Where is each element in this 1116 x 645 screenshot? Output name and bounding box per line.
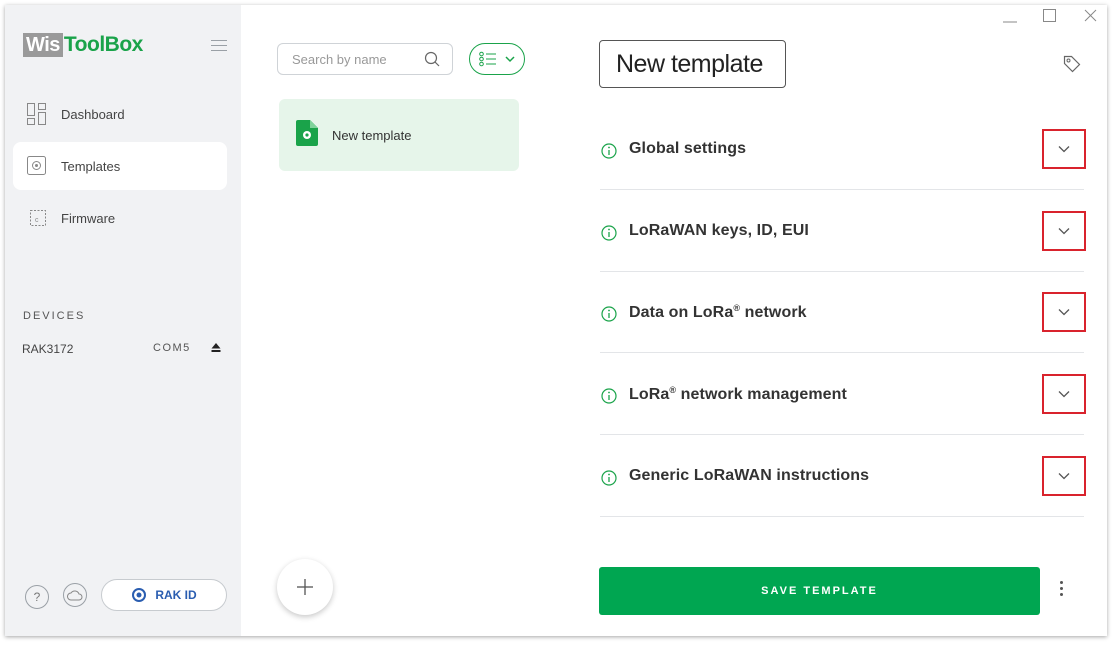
info-icon[interactable] [601, 470, 617, 491]
section-global-settings: Global settings [600, 108, 1086, 190]
template-item-label: New template [332, 127, 412, 143]
rak-id-icon [132, 588, 147, 602]
templates-icon [27, 156, 47, 176]
plus-icon [297, 579, 313, 595]
template-name-box [599, 40, 786, 88]
section-title-pre: LoRa [629, 386, 670, 403]
section-title: Data on LoRa® network [629, 303, 807, 322]
info-icon[interactable] [601, 306, 617, 327]
svg-text:c: c [35, 217, 39, 224]
more-options-icon[interactable] [1059, 581, 1065, 599]
rak-id-label: RAK ID [155, 588, 197, 602]
section-title: Global settings [629, 140, 747, 157]
save-template-button[interactable]: SAVE TEMPLATE [599, 567, 1040, 615]
app-window: Wis ToolBox Dashboard Templates c Firmwa… [5, 5, 1107, 636]
section-lora-network-management: LoRa® network management [600, 353, 1086, 435]
expand-section-button[interactable] [1042, 129, 1086, 169]
chevron-down-icon [1058, 391, 1070, 398]
cloud-button[interactable] [63, 583, 87, 607]
cloud-icon [67, 590, 83, 601]
section-title-pre: Data on LoRa [629, 304, 734, 321]
logo-toolbox: ToolBox [63, 33, 143, 56]
section-data-on-lora-network: Data on LoRa® network [600, 271, 1086, 353]
tag-icon[interactable] [1063, 55, 1081, 78]
eject-icon[interactable] [211, 342, 221, 356]
search-input[interactable] [290, 51, 424, 68]
section-title-post: network management [676, 386, 847, 403]
chevron-down-icon [1058, 473, 1070, 480]
expand-section-button[interactable] [1042, 374, 1086, 414]
expand-section-button[interactable] [1042, 456, 1086, 496]
sidebar-item-label: Dashboard [61, 106, 125, 122]
close-icon [1084, 9, 1097, 22]
dashboard-icon [27, 103, 47, 125]
sidebar-item-dashboard[interactable]: Dashboard [13, 90, 227, 138]
section-lorawan-keys: LoRaWAN keys, ID, EUI [600, 190, 1086, 272]
sidebar-item-firmware[interactable]: c Firmware [13, 194, 227, 242]
chevron-down-icon [1058, 228, 1070, 235]
rak-id-button[interactable]: RAK ID [101, 579, 227, 611]
info-icon[interactable] [601, 225, 617, 246]
section-title: LoRaWAN keys, ID, EUI [629, 222, 809, 239]
info-icon[interactable] [601, 388, 617, 409]
sidebar-item-templates[interactable]: Templates [13, 142, 227, 190]
section-title: Generic LoRaWAN instructions [629, 467, 870, 484]
template-file-icon [296, 119, 318, 151]
help-button[interactable]: ? [25, 585, 49, 609]
chevron-down-icon [1058, 146, 1070, 153]
template-list-item[interactable]: New template [279, 99, 519, 171]
sidebar: Wis ToolBox Dashboard Templates c Firmwa… [5, 5, 241, 636]
chevron-down-icon [1058, 309, 1070, 316]
expand-section-button[interactable] [1042, 211, 1086, 251]
minimize-icon [1003, 21, 1017, 23]
add-template-button[interactable] [277, 559, 333, 615]
section-title: LoRa® network management [629, 385, 847, 404]
sidebar-item-label: Firmware [61, 210, 116, 226]
info-icon[interactable] [601, 143, 617, 164]
minimize-button[interactable] [1002, 9, 1018, 30]
help-icon: ? [33, 590, 41, 604]
maximize-button[interactable] [1042, 8, 1058, 29]
section-title-post: network [740, 304, 807, 321]
maximize-icon [1043, 9, 1056, 22]
close-button[interactable] [1083, 8, 1099, 29]
logo-wis: Wis [23, 33, 63, 57]
search-box [277, 43, 453, 75]
chevron-down-icon [505, 56, 515, 63]
sidebar-item-label: Templates [61, 158, 121, 174]
view-mode-dropdown[interactable] [469, 43, 525, 75]
menu-toggle-icon[interactable] [211, 40, 227, 55]
expand-section-button[interactable] [1042, 292, 1086, 332]
list-view-icon [479, 51, 496, 67]
template-name-input[interactable] [616, 50, 776, 79]
devices-heading: DEVICES [23, 310, 86, 322]
device-port: COM5 [153, 342, 191, 354]
app-logo: Wis ToolBox [23, 33, 143, 57]
device-name: RAK3172 [22, 342, 74, 356]
search-icon[interactable] [424, 51, 440, 72]
section-generic-lorawan-instructions: Generic LoRaWAN instructions [600, 435, 1086, 517]
firmware-chip-icon: c [27, 208, 47, 228]
